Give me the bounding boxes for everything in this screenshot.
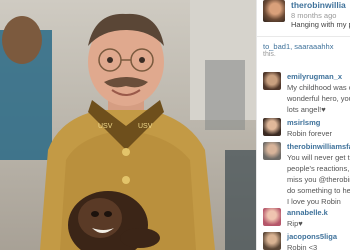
photo-of-man-in-uniform-with-monkey-icon: USV USV	[0, 0, 256, 250]
comment-line: wonderful hero, you	[287, 94, 350, 103]
comment-username[interactable]: jacopons5liga	[287, 232, 337, 241]
user-avatar[interactable]	[263, 0, 285, 22]
comment-line: do something to hel	[287, 186, 350, 195]
comment-text: My childhood was c wonderful hero, you l…	[287, 82, 350, 115]
comment-username[interactable]: annabelle.k	[287, 208, 328, 217]
comment-username[interactable]: therobinwilliamsfan	[287, 142, 350, 151]
comment-line: people's reactions, a	[287, 164, 350, 173]
comment-text: You will never get to people's reactions…	[287, 152, 350, 207]
comments-sidebar: therobinwillia 8 months ago Hanging with…	[256, 0, 350, 250]
comment-avatar[interactable]	[263, 232, 281, 250]
likes-users[interactable]: to_bad1, saaraaahhx	[263, 42, 333, 51]
svg-text:USV: USV	[138, 123, 153, 130]
divider	[257, 36, 350, 37]
post-timestamp: 8 months ago	[291, 11, 337, 20]
post-username[interactable]: therobinwillia	[291, 0, 346, 10]
comment-line: My childhood was c	[287, 83, 350, 92]
comment-line: lots angel!♥	[287, 105, 326, 114]
comment-avatar[interactable]	[263, 142, 281, 160]
comment-line: I love you Robin	[287, 197, 341, 206]
comment-text: Rip♥	[287, 218, 303, 229]
post-photo[interactable]: USV USV	[0, 0, 256, 250]
comment-avatar[interactable]	[263, 208, 281, 226]
comment-line: miss you @therobin	[287, 175, 350, 184]
comment-line: Robin <3	[287, 243, 318, 250]
comment-username[interactable]: msirlsmg	[287, 118, 320, 127]
post-header: therobinwillia 8 months ago Hanging with…	[263, 0, 350, 30]
comment-line: You will never get to	[287, 153, 350, 162]
comment-username[interactable]: emilyrugman_x	[287, 72, 342, 81]
svg-text:USV: USV	[98, 123, 113, 130]
comment-avatar[interactable]	[263, 118, 281, 136]
comment-text: Robin forever	[287, 128, 332, 139]
comment-text: Robin <3	[287, 242, 317, 250]
likes-more: this.	[263, 51, 276, 58]
comment-line: Robin forever	[287, 129, 333, 138]
post-caption: Hanging with my p	[291, 20, 350, 29]
comment-avatar[interactable]	[263, 72, 281, 90]
comment-line: Rip♥	[287, 219, 303, 228]
